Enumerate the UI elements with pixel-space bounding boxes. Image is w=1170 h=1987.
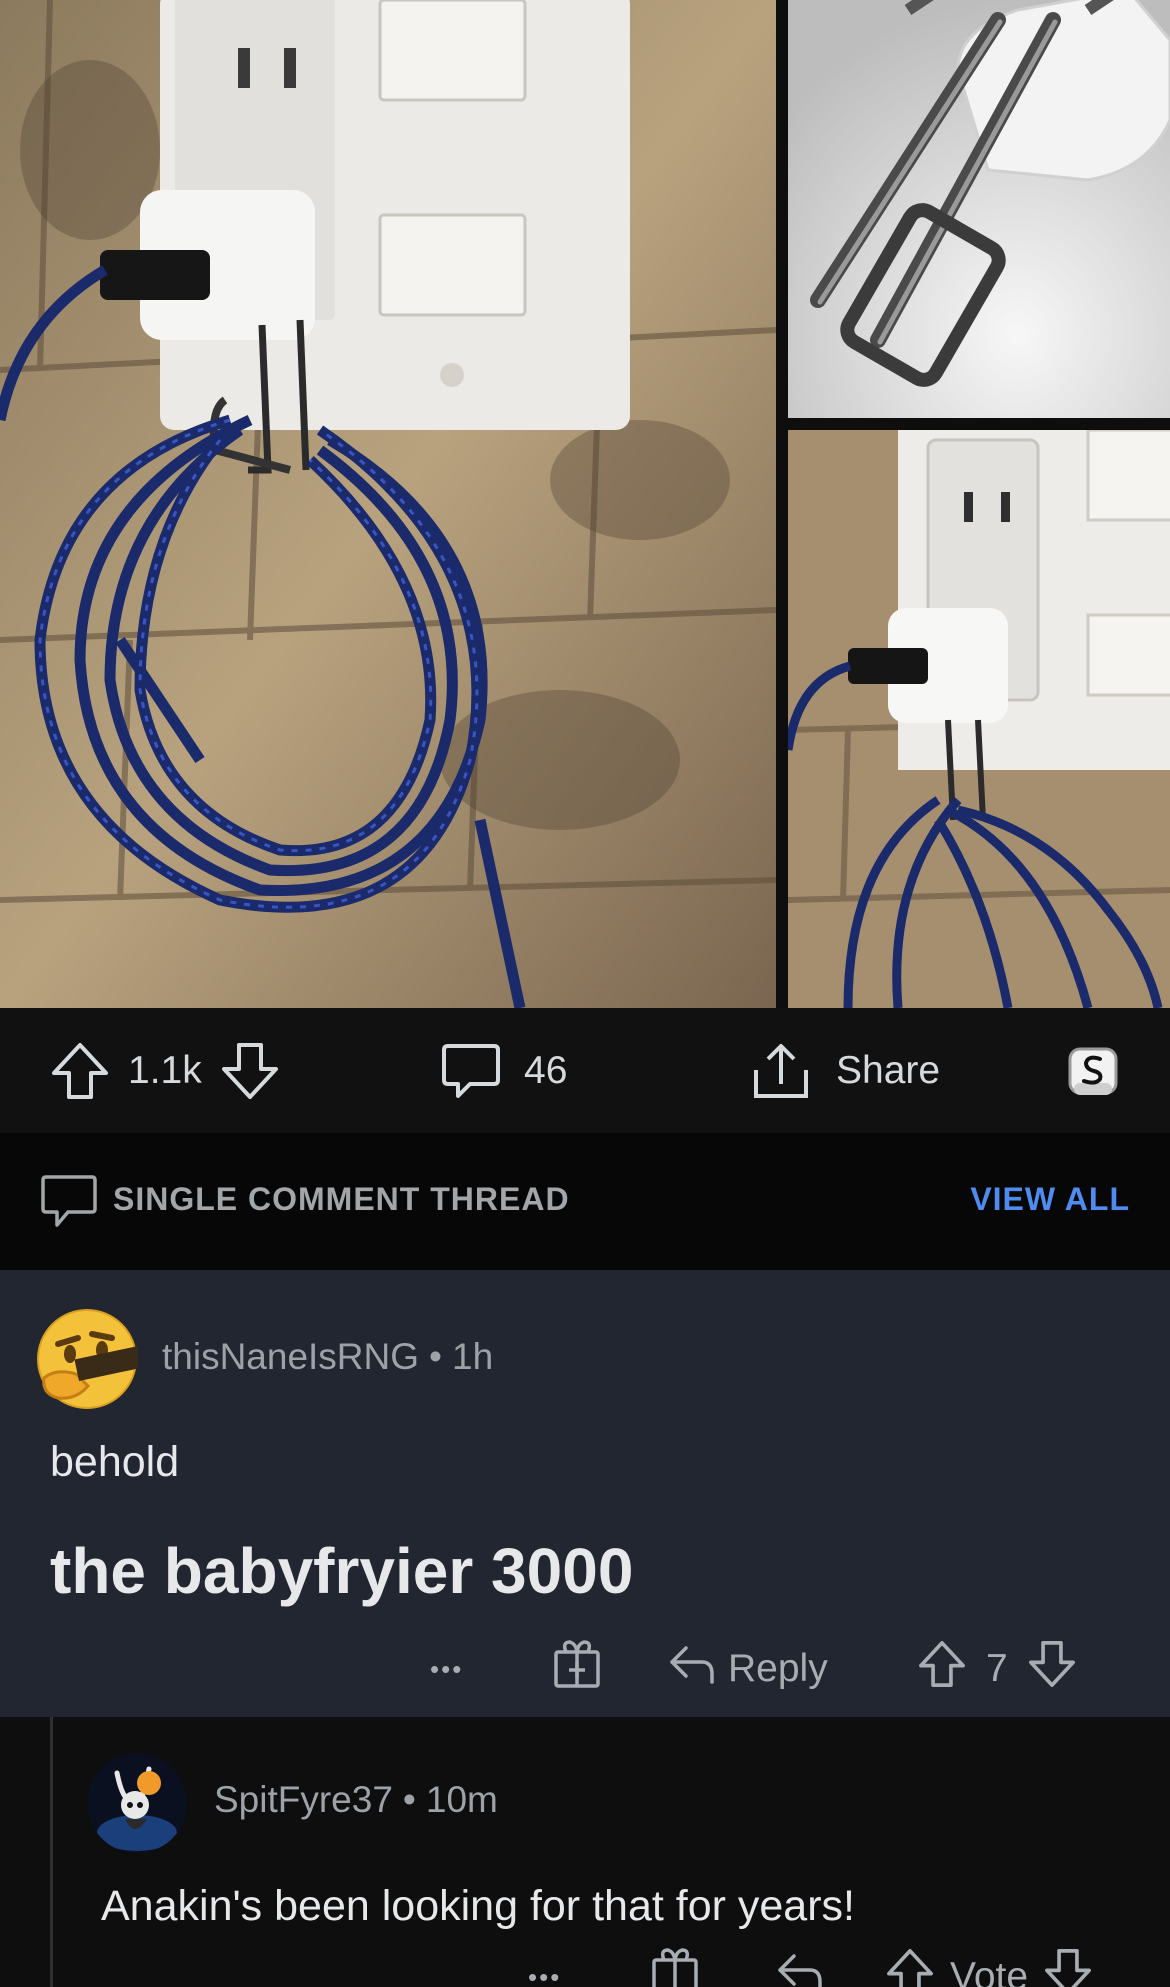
award-button[interactable] [1066, 1008, 1120, 1133]
comment-body-line: Anakin's been looking for that for years… [101, 1882, 855, 1930]
reply-arrow-icon [776, 1950, 824, 1987]
upvote-icon[interactable] [884, 1946, 936, 1987]
avatar[interactable] [87, 1753, 187, 1853]
gift-icon [552, 1638, 602, 1700]
single-comment-thread-header: SINGLE COMMENT THREAD VIEW ALL [0, 1133, 1170, 1270]
give-award-button[interactable] [552, 1636, 602, 1702]
reply-button[interactable]: Reply [668, 1636, 828, 1702]
comment-meta: thisNaneIsRNG • 1h [162, 1336, 493, 1378]
vote-label: Vote [950, 1955, 1029, 1987]
comment-meta: SpitFyre37 • 10m [214, 1779, 498, 1821]
more-dots-icon: ••• [430, 1653, 464, 1684]
comment-age: 10m [425, 1779, 498, 1820]
reply-comment: SpitFyre37 • 10m Anakin's been looking for… [0, 1717, 1170, 1987]
meta-separator: • [429, 1336, 442, 1377]
award-icon [1066, 1043, 1120, 1099]
comment-bubble-icon [440, 1040, 502, 1102]
meta-separator: • [402, 1779, 416, 1820]
comment-count: 46 [524, 1048, 568, 1092]
post-image-side[interactable] [788, 430, 1170, 1008]
more-options-button[interactable]: ••• [430, 1636, 463, 1702]
post-image-main[interactable] [0, 0, 776, 1008]
comment-body-line: behold [50, 1438, 180, 1486]
view-all-link[interactable]: VIEW ALL [970, 1181, 1130, 1218]
post-action-bar: 1.1k 46 Share [0, 1008, 1170, 1133]
reply-button[interactable] [776, 1947, 824, 1987]
comment-vote-count: 7 [986, 1647, 1008, 1690]
avatar[interactable] [36, 1308, 148, 1410]
comment-age: 1h [452, 1336, 494, 1377]
comment-bubble-icon [40, 1173, 98, 1236]
thread-title: SINGLE COMMENT THREAD [113, 1181, 570, 1217]
upvote-icon[interactable] [48, 1039, 112, 1103]
share-label: Share [836, 1048, 941, 1092]
comment-vote-group: 7 [916, 1636, 1078, 1702]
post-image-gallery[interactable] [0, 0, 1170, 1008]
reply-arrow-icon [668, 1642, 716, 1696]
comment-vote-group: Vote [884, 1947, 1094, 1987]
post-vote-count: 1.1k [128, 1048, 202, 1092]
more-dots-icon: ••• [528, 1961, 562, 1987]
share-button[interactable]: Share [750, 1008, 940, 1133]
downvote-icon[interactable] [1042, 1946, 1094, 1987]
comments-button[interactable]: 46 [440, 1008, 567, 1133]
give-award-button[interactable] [650, 1947, 700, 1987]
comment-username[interactable]: thisNaneIsRNG [162, 1336, 419, 1377]
thread-line[interactable] [50, 1717, 53, 1987]
share-icon [750, 1040, 812, 1102]
comment-username[interactable]: SpitFyre37 [214, 1779, 393, 1820]
upvote-icon[interactable] [916, 1638, 968, 1700]
gift-icon [650, 1946, 700, 1987]
comment: thisNaneIsRNG • 1h behold the babyfryier 3… [0, 1270, 1170, 1717]
downvote-icon[interactable] [218, 1039, 282, 1103]
post-vote-group: 1.1k [48, 1008, 282, 1133]
reply-label: Reply [728, 1647, 828, 1690]
more-options-button[interactable]: ••• [528, 1947, 561, 1987]
post-image-closeup[interactable] [788, 0, 1170, 418]
downvote-icon[interactable] [1026, 1638, 1078, 1700]
comment-body-heading: the babyfryier 3000 [50, 1535, 634, 1607]
